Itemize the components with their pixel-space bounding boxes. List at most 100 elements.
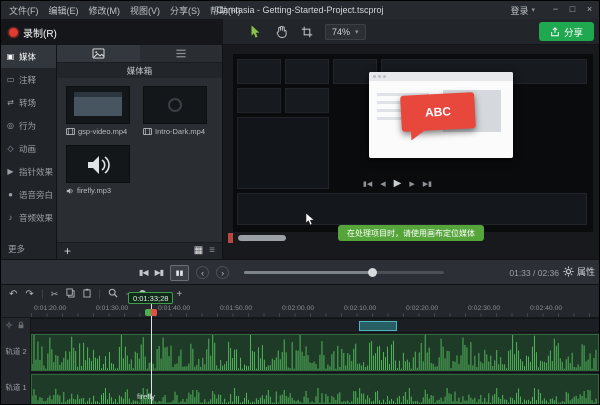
sidebar-item-media[interactable]: ▣ 媒体: [1, 45, 56, 68]
track-name[interactable]: 轨道 1: [1, 382, 31, 393]
gear-icon: [563, 266, 574, 277]
video-thumbnail: [143, 86, 207, 124]
play-icon[interactable]: ▶: [394, 178, 402, 189]
sidebar-more-button[interactable]: 更多: [1, 243, 56, 255]
zoom-out-button[interactable]: [108, 288, 118, 301]
track-header-column: 轨道 2 轨道 1: [1, 318, 31, 404]
media-bin-tab[interactable]: [57, 45, 140, 62]
playhead-time-badge[interactable]: 0:01:33;28: [128, 292, 174, 304]
media-item-firefly[interactable]: firefly.mp3: [66, 145, 130, 195]
sidebar-item-label: 行为: [19, 120, 37, 131]
sidebar-item-transitions[interactable]: ⇄ 转场: [1, 91, 56, 114]
list-view-button[interactable]: ≡: [209, 246, 215, 256]
seek-slider[interactable]: [244, 268, 444, 277]
share-button[interactable]: 分享: [539, 22, 594, 41]
waveform: [32, 335, 597, 370]
login-label: 登录: [510, 5, 529, 16]
window-controls: − □ ×: [547, 1, 598, 16]
jump-start-icon[interactable]: ▮◀: [363, 180, 372, 188]
select-tool-button[interactable]: [247, 23, 263, 41]
chevron-down-icon: ▾: [531, 7, 535, 14]
minimize-button[interactable]: −: [547, 1, 564, 16]
copy-button[interactable]: [66, 288, 75, 301]
zoom-in-button[interactable]: +: [176, 289, 182, 300]
ruler-label: 0:01:30.00: [96, 305, 129, 312]
step-back-button[interactable]: ▮◀: [139, 268, 149, 277]
speaker-icon: [66, 187, 73, 194]
seek-thumb[interactable]: [368, 268, 377, 277]
media-filename: firefly.mp3: [77, 186, 112, 195]
menu-edit[interactable]: 编辑(E): [44, 1, 84, 19]
jump-end-icon[interactable]: ▶▮: [423, 180, 432, 188]
menu-modify[interactable]: 修改(M): [84, 1, 126, 19]
record-button[interactable]: 录制(R): [9, 25, 57, 40]
menu-file[interactable]: 文件(F): [4, 1, 44, 19]
film-icon: [66, 128, 75, 135]
next-frame-icon[interactable]: ▶: [409, 180, 414, 188]
share-label: 分享: [563, 27, 583, 39]
playback-bar: ▮◀ ▶▮ ▮▮ ‹ › 01:33 / 02:36 属性: [1, 259, 599, 284]
horizontal-scrollbar[interactable]: [238, 235, 286, 241]
login-button[interactable]: 登录 ▾: [510, 4, 535, 17]
properties-label: 属性: [576, 267, 595, 277]
callout-clip[interactable]: [359, 321, 397, 331]
sidebar-item-behaviors[interactable]: ◎ 行为: [1, 114, 56, 137]
callout-text: ABC: [424, 104, 452, 120]
media-item-intro-dark[interactable]: Intro-Dark.mp4: [143, 86, 207, 136]
track-row-1: firefly: [31, 372, 599, 404]
track-name[interactable]: 轨道 2: [1, 346, 31, 357]
playhead-line[interactable]: [151, 303, 152, 404]
maximize-button[interactable]: □: [564, 1, 581, 16]
ruler-label: 0:02:20.00: [406, 305, 439, 312]
properties-button[interactable]: 属性: [563, 265, 595, 278]
cut-button[interactable]: ✂: [51, 289, 59, 300]
pan-tool-button[interactable]: [273, 23, 289, 41]
grid-view-button[interactable]: ▦: [194, 246, 203, 256]
zoom-level-value: 74%: [332, 26, 351, 37]
previous-button[interactable]: ‹: [196, 266, 210, 279]
menu-share[interactable]: 分享(S): [165, 1, 205, 19]
audio-clip-track2[interactable]: [31, 334, 599, 371]
callout-abc[interactable]: ABC: [400, 92, 476, 141]
crop-tool-button[interactable]: [299, 23, 315, 41]
track-options-icon[interactable]: [5, 321, 13, 329]
playhead-handle[interactable]: [145, 309, 157, 316]
pause-button[interactable]: ▮▮: [170, 264, 190, 281]
stage-tile: [285, 59, 329, 84]
sidebar-item-label: 音频效果: [19, 212, 54, 223]
hand-icon: [276, 25, 287, 38]
sidebar-item-cursor-effects[interactable]: ▶ 指针效果: [1, 160, 56, 183]
image-icon: [92, 48, 105, 59]
sidebar-item-audio-effects[interactable]: ♪ 音频效果: [1, 206, 56, 229]
timeline-ruler[interactable]: 0:01:20.00 0:01:30.00 0:01:40.00 0:01:50…: [1, 303, 599, 318]
paste-button[interactable]: [83, 288, 91, 301]
sidebar-item-animations[interactable]: ◇ 动画: [1, 137, 56, 160]
media-item-gsp-video[interactable]: gsp-video.mp4: [66, 86, 130, 136]
ruler-label: 0:02:00.00: [282, 305, 315, 312]
media-panel-tabs: [57, 45, 222, 63]
sidebar-item-label: 转场: [19, 97, 37, 108]
step-forward-button[interactable]: ▶▮: [155, 268, 165, 277]
media-panel: 媒体箱 gsp-video.mp4 Intro-Dark.mp4 firefly…: [56, 45, 223, 259]
playhead-out-handle[interactable]: [151, 309, 157, 316]
video-thumbnail: [66, 86, 130, 124]
redo-button[interactable]: ↷: [25, 289, 33, 300]
video-window-titlebar: [369, 72, 513, 81]
close-button[interactable]: ×: [581, 1, 598, 16]
canvas-stage[interactable]: ABC ▮◀ ◀ ▶ ▶ ▶▮: [233, 54, 593, 232]
audio-clip-firefly[interactable]: firefly: [31, 374, 599, 404]
stage-tile: [285, 88, 329, 113]
prev-frame-icon[interactable]: ◀: [380, 180, 385, 188]
ruler-label: 0:02:30.00: [468, 305, 501, 312]
zoom-level-dropdown[interactable]: 74% ▾: [325, 23, 366, 40]
add-media-button[interactable]: +: [64, 245, 71, 257]
next-button[interactable]: ›: [216, 266, 230, 279]
library-tab[interactable]: [140, 45, 223, 62]
sidebar-item-voice-narration[interactable]: ● 语音旁白: [1, 183, 56, 206]
menu-view[interactable]: 视图(V): [125, 1, 165, 19]
track-lock-icon[interactable]: [17, 321, 25, 329]
undo-button[interactable]: ↶: [9, 289, 17, 300]
sidebar-item-annotations[interactable]: ▭ 注释: [1, 68, 56, 91]
media-filename: gsp-video.mp4: [78, 127, 128, 136]
menu-help[interactable]: 帮助(H): [205, 1, 246, 19]
